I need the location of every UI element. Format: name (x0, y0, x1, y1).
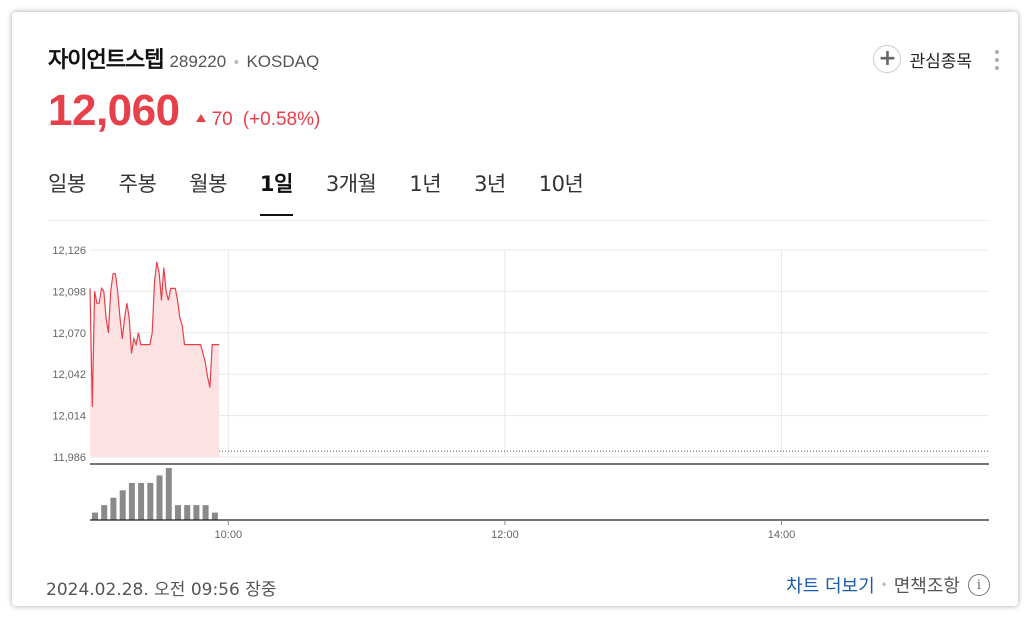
volume-bar (175, 505, 181, 520)
y-tick-label: 12,126 (52, 245, 86, 257)
volume-bar (202, 505, 209, 520)
volume-bar (92, 512, 98, 520)
volume-bar (211, 512, 218, 520)
x-tick-label: 10:00 (215, 529, 243, 541)
y-tick-label: 12,098 (52, 286, 86, 298)
y-tick-label: 12,014 (52, 411, 86, 423)
volume-bar (110, 497, 117, 520)
intraday-chart[interactable]: 12,126 12,098 12,070 12,042 12,014 11,986 10:… (12, 12, 1018, 552)
info-icon[interactable]: i (968, 574, 990, 596)
more-chart-link[interactable]: 차트 더보기 (786, 572, 875, 598)
y-tick-label: 12,042 (52, 369, 86, 381)
x-tick-label: 14:00 (768, 529, 796, 541)
stock-card: 자이언트스텝 289220 • KOSDAQ 12,060 70 (+0.58%)… (12, 12, 1018, 606)
timestamp: 2024.02.28. 오전 09:56 장중 (46, 580, 277, 600)
volume-bar (128, 482, 135, 520)
x-tick-label: 12:00 (491, 529, 519, 541)
volume-bar (165, 468, 172, 520)
volume-bar (156, 475, 163, 520)
y-tick-label: 12,070 (52, 328, 86, 340)
volume-bar (101, 505, 108, 520)
y-tick-label: 11,986 (53, 452, 86, 464)
volume-bar (193, 505, 200, 520)
volume-bar (147, 482, 154, 520)
volume-bar (119, 490, 126, 520)
volume-bar (184, 505, 191, 520)
disclaimer-link[interactable]: 면책조항 (894, 572, 960, 598)
volume-bar (138, 482, 145, 520)
footer-links: 차트 더보기 • 면책조항 i (786, 572, 990, 598)
separator-dot: • (880, 578, 888, 592)
